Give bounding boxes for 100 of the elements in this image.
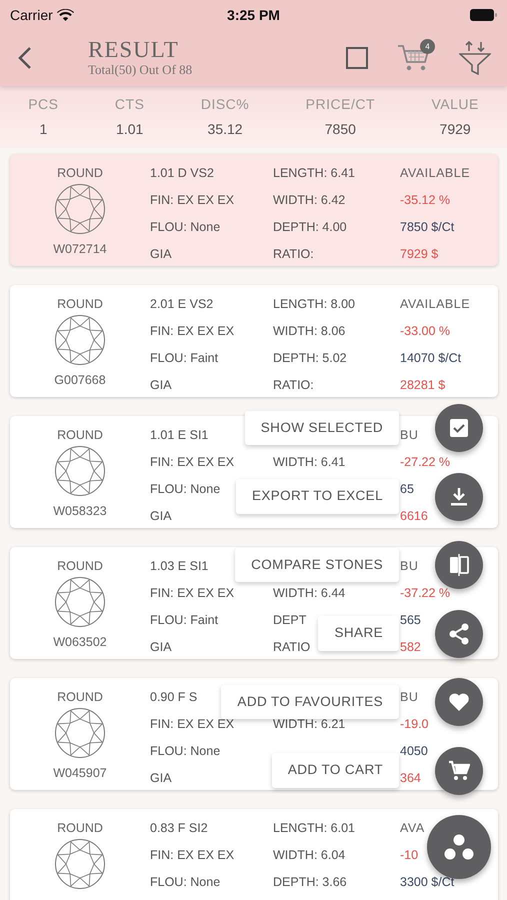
action-label-button[interactable]: ADD TO CART: [272, 753, 399, 788]
width-text: WIDTH: 6.42: [273, 192, 346, 209]
select-all-checkbox[interactable]: [345, 46, 369, 70]
lab-name: GIA: [150, 508, 172, 525]
price-per-carat: 14070 $/Ct: [400, 350, 462, 367]
shape-label: ROUND: [57, 165, 103, 182]
round-diamond-icon: [54, 183, 106, 235]
stone-spec: 2.01 E VS2: [150, 296, 214, 313]
availability-status: BU: [400, 689, 418, 706]
length-text: LENGTH: 6.01: [273, 820, 355, 837]
discount-text: -19.0: [400, 716, 428, 733]
summary-label: PCS: [27, 95, 60, 114]
discount-text: -33.00 %: [400, 323, 450, 340]
fluorescence-text: FLOU: None: [150, 743, 220, 760]
stone-value: 6616: [400, 508, 428, 525]
battery-icon: [470, 9, 497, 21]
price-per-carat: 7850 $/Ct: [400, 219, 454, 236]
summary-label: VALUE: [430, 95, 480, 114]
action-label-button[interactable]: COMPARE STONES: [235, 548, 399, 582]
stone-card[interactable]: ROUND W072714 1.01 D VS2 FIN: EX EX EX FLOU: None GIA LENGTH: 6.41 WIDTH: 6.42 DEPTH: 4.00 RATIO: AVAILABLE -35.12 % 7850 $/Ct 7929 $: [10, 154, 498, 266]
discount-text: -27.22 %: [400, 454, 450, 471]
discount-text: -35.12 %: [400, 192, 450, 209]
screen-title: RESULT: [88, 38, 180, 62]
stone-card[interactable]: ROUND 0.83 F SI2 FIN: EX EX EX FLOU: None LENGTH: 6.01 WIDTH: 6.04 DEPTH: 3.66 AVA -10 3300 $/Ct: [10, 809, 498, 900]
sort-filter-icon[interactable]: [459, 41, 491, 75]
carrier-name: Carrier: [10, 6, 53, 24]
price-per-carat: 565: [400, 612, 421, 629]
lab-name: GIA: [150, 377, 172, 394]
finish-text: FIN: EX EX EX: [150, 847, 234, 864]
fluorescence-text: FLOU: None: [150, 219, 220, 236]
length-text: LENGTH: 8.00: [273, 296, 355, 313]
stone-spec: 0.90 F S: [150, 689, 198, 706]
cart-button[interactable]: 4: [397, 43, 431, 73]
stone-spec: 1.01 D VS2: [150, 165, 214, 182]
checkbox-icon: [450, 419, 468, 437]
heart-icon: [448, 692, 470, 712]
width-text: WIDTH: 6.04: [273, 847, 346, 864]
summary-value: 7929: [438, 120, 472, 139]
compare-icon: [449, 554, 469, 576]
shape-label: ROUND: [57, 689, 103, 706]
length-text: LENGTH: 6.41: [273, 165, 355, 182]
shape-label: ROUND: [57, 820, 103, 837]
ratio-text: RATIO:: [273, 246, 314, 263]
stone-value: 582: [400, 639, 421, 656]
shape-label: ROUND: [57, 296, 103, 313]
action-label-button[interactable]: ADD TO FAVOURITES: [221, 684, 399, 720]
ratio-text: RATIO:: [273, 377, 314, 394]
stock-id: W072714: [53, 241, 107, 258]
stock-id: W063502: [53, 634, 107, 651]
action-label-button[interactable]: EXPORT TO EXCEL: [236, 479, 399, 514]
round-diamond-icon: [54, 314, 106, 366]
price-per-carat: 65: [400, 481, 414, 498]
width-text: WIDTH: 8.06: [273, 323, 346, 340]
result-count: Total(50) Out Of 88: [88, 62, 192, 78]
cart-icon: [448, 760, 470, 782]
summary-value: 1: [38, 120, 48, 139]
fluorescence-text: FLOU: None: [150, 481, 220, 498]
availability-status: BU: [400, 427, 418, 444]
width-text: WIDTH: 6.44: [273, 585, 346, 602]
share-icon: [449, 622, 469, 644]
ratio-text: RATIO: [273, 639, 310, 656]
action-button[interactable]: [435, 404, 483, 452]
cart-count: 4: [420, 39, 435, 54]
summary-value: 7850: [324, 120, 357, 139]
availability-status: BU: [400, 558, 418, 575]
more-icon: [444, 834, 474, 860]
cart-icon: [397, 43, 431, 73]
round-diamond-icon: [54, 838, 106, 890]
stone-spec: 1.03 E SI1: [150, 558, 208, 575]
shape-label: ROUND: [57, 427, 103, 444]
action-label-button[interactable]: SHARE: [318, 616, 399, 651]
finish-text: FIN: EX EX EX: [150, 192, 234, 209]
fluorescence-text: FLOU: Faint: [150, 612, 218, 629]
lab-name: GIA: [150, 639, 172, 656]
download-icon: [451, 488, 467, 506]
lab-name: GIA: [150, 770, 172, 787]
finish-text: FIN: EX EX EX: [150, 454, 234, 471]
finish-text: FIN: EX EX EX: [150, 585, 234, 602]
depth-text: DEPTH: 3.66: [273, 874, 347, 891]
availability-status: AVAILABLE: [400, 296, 470, 313]
fluorescence-text: FLOU: None: [150, 874, 220, 891]
discount-text: -37.22 %: [400, 585, 450, 602]
fluorescence-text: FLOU: Faint: [150, 350, 218, 367]
summary-value: 35.12: [206, 120, 244, 139]
summary-label: PRICE/CT: [304, 95, 376, 114]
round-diamond-icon: [54, 707, 106, 759]
price-per-carat: 4050: [400, 743, 428, 760]
stone-value: 28281 $: [400, 377, 446, 394]
stone-value: 7929 $: [400, 246, 438, 263]
back-icon[interactable]: [18, 46, 32, 70]
round-diamond-icon: [54, 576, 106, 628]
shape-label: ROUND: [57, 558, 103, 575]
depth-text: DEPT: [273, 612, 306, 629]
summary-label: DISC%: [200, 95, 250, 114]
depth-text: DEPTH: 4.00: [273, 219, 347, 236]
stock-id: G007668: [54, 372, 106, 389]
lab-name: GIA: [150, 246, 172, 263]
action-label-button[interactable]: SHOW SELECTED: [244, 410, 399, 446]
stone-card[interactable]: ROUND G007668 2.01 E VS2 FIN: EX EX EX FLOU: Faint GIA LENGTH: 8.00 WIDTH: 8.06 DEPTH: 5.02 RATIO: AVAILABLE -33.00 % 14070 $/Ct 28281 $: [10, 285, 498, 397]
discount-text: -10: [400, 847, 418, 864]
